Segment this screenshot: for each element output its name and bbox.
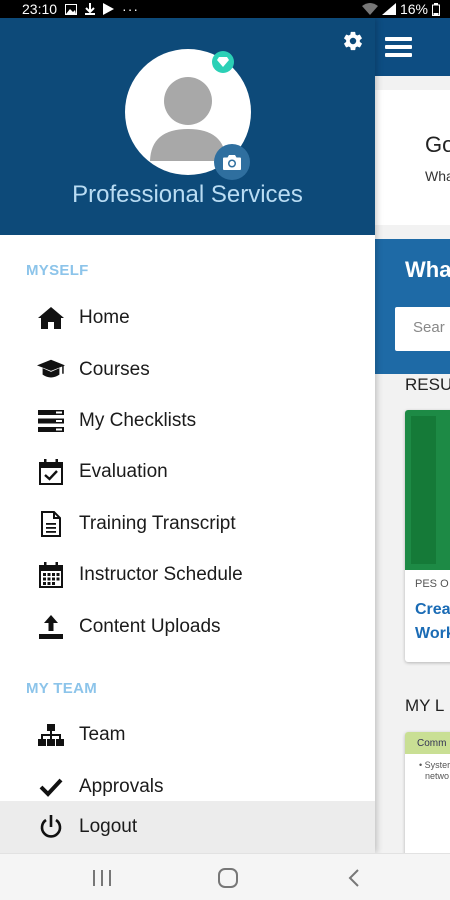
menu-item-label: Team bbox=[79, 724, 126, 745]
document-icon bbox=[37, 510, 65, 538]
status-time: 23:10 bbox=[22, 1, 58, 17]
menu-item-evaluation[interactable]: Evaluation bbox=[0, 450, 375, 494]
logout-button[interactable]: Logout bbox=[0, 801, 375, 853]
result-card-thumbnail bbox=[405, 410, 450, 570]
back-button[interactable] bbox=[334, 864, 374, 892]
wifi-icon bbox=[361, 3, 378, 15]
learning-card[interactable]: Comm • Syster netwo bbox=[405, 732, 450, 853]
upload-icon bbox=[37, 613, 65, 641]
menu-item-label: Home bbox=[79, 307, 130, 328]
diamond-badge-icon bbox=[212, 51, 234, 73]
menu-item-label: Content Uploads bbox=[79, 616, 221, 637]
settings-gear-icon[interactable] bbox=[342, 30, 364, 52]
result-card-caption: PES O bbox=[415, 578, 449, 590]
power-icon bbox=[37, 813, 65, 841]
background-app: Go Wha Wha Sear RESU PES O Crea Work MY … bbox=[375, 18, 450, 853]
learning-card-line1: • Syster bbox=[419, 760, 450, 770]
background-top-bar bbox=[375, 18, 450, 76]
menu-item-instructor-schedule[interactable]: Instructor Schedule bbox=[0, 553, 375, 597]
system-nav-bar bbox=[0, 853, 450, 900]
play-store-icon bbox=[103, 3, 115, 15]
menu-item-label: Evaluation bbox=[79, 461, 168, 482]
home-button[interactable] bbox=[208, 864, 248, 892]
camera-icon[interactable] bbox=[214, 144, 250, 180]
section-label-my-team: MY TEAM bbox=[26, 680, 97, 697]
learning-card-line2: netwo bbox=[425, 771, 450, 781]
results-heading: RESU bbox=[405, 375, 450, 394]
learning-card-bar: Comm bbox=[405, 732, 450, 754]
search-panel: Wha Sear bbox=[375, 239, 450, 374]
graduation-cap-icon bbox=[37, 356, 65, 384]
navigation-drawer: Professional Services MYSELF Home Course… bbox=[0, 18, 375, 853]
greeting-subtitle: Wha bbox=[425, 168, 450, 184]
menu-item-label: Training Transcript bbox=[79, 513, 236, 534]
calendar-check-icon bbox=[37, 458, 65, 486]
status-bar: 23:10 ··· 16% bbox=[0, 0, 450, 18]
menu-item-training-transcript[interactable]: Training Transcript bbox=[0, 502, 375, 546]
menu-item-content-uploads[interactable]: Content Uploads bbox=[0, 605, 375, 649]
download-icon bbox=[85, 3, 96, 15]
menu-item-label: Courses bbox=[79, 359, 150, 380]
checklist-icon bbox=[37, 407, 65, 435]
result-card-title-line2[interactable]: Work bbox=[405, 622, 450, 646]
menu-item-home[interactable]: Home bbox=[0, 296, 375, 340]
status-left: 23:10 ··· bbox=[22, 1, 139, 17]
status-right: 16% bbox=[361, 1, 440, 17]
logout-label: Logout bbox=[79, 816, 138, 837]
home-circle-icon bbox=[218, 868, 238, 888]
greeting-card: Go Wha bbox=[375, 90, 450, 225]
recent-apps-button[interactable] bbox=[82, 864, 122, 892]
battery-percent: 16% bbox=[399, 1, 428, 17]
screen: 23:10 ··· 16% Go Wha Wha Sear RESU PES O… bbox=[0, 0, 450, 900]
more-notifications-icon: ··· bbox=[122, 1, 140, 17]
section-label-myself: MYSELF bbox=[26, 262, 89, 279]
search-panel-title: Wha bbox=[405, 257, 450, 282]
menu-item-team[interactable]: Team bbox=[0, 713, 375, 757]
org-chart-icon bbox=[37, 721, 65, 749]
menu-item-my-checklists[interactable]: My Checklists bbox=[0, 399, 375, 443]
gallery-icon bbox=[65, 3, 78, 15]
back-chevron-icon bbox=[348, 869, 359, 887]
recent-apps-icon bbox=[93, 870, 111, 886]
checkmark-icon bbox=[37, 773, 65, 801]
menu-item-label: Approvals bbox=[79, 776, 164, 797]
result-card[interactable]: PES O Crea Work bbox=[405, 410, 450, 662]
signal-icon bbox=[381, 3, 396, 15]
menu-item-label: Instructor Schedule bbox=[79, 564, 243, 585]
battery-icon bbox=[432, 2, 440, 16]
profile-name: Professional Services bbox=[72, 181, 303, 208]
logout-item[interactable]: Logout bbox=[0, 805, 375, 849]
home-icon bbox=[37, 304, 65, 332]
menu-item-label: My Checklists bbox=[79, 410, 197, 431]
greeting-title: Go bbox=[425, 132, 450, 157]
menu-item-courses[interactable]: Courses bbox=[0, 348, 375, 392]
search-input[interactable]: Sear bbox=[395, 307, 450, 351]
hamburger-menu-icon[interactable] bbox=[385, 37, 412, 57]
calendar-icon bbox=[37, 561, 65, 589]
my-learning-heading: MY L bbox=[405, 696, 445, 715]
drawer-header: Professional Services bbox=[0, 18, 375, 235]
result-card-title-line1[interactable]: Crea bbox=[405, 594, 450, 622]
